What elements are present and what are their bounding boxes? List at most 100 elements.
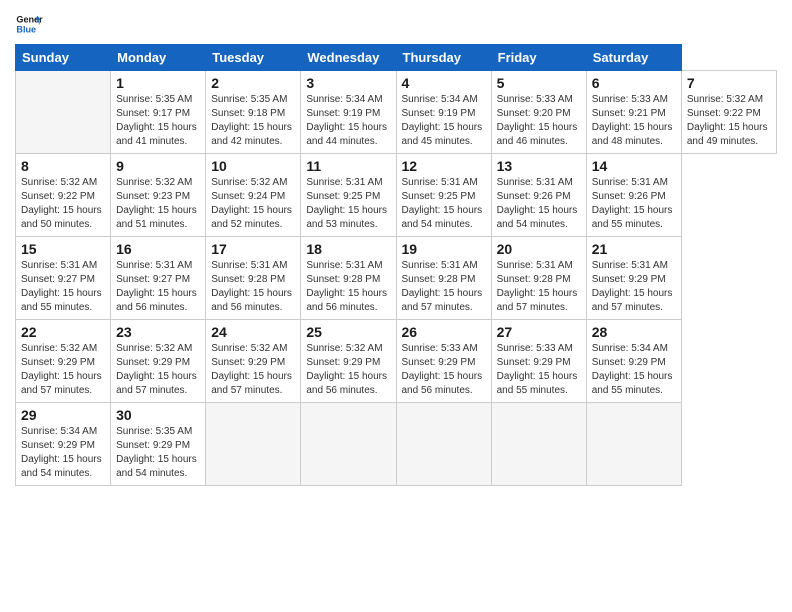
day-info: Sunrise: 5:34 AM Sunset: 9:29 PM Dayligh… — [592, 342, 676, 398]
day-number: 12 — [402, 158, 486, 174]
day-number: 4 — [402, 75, 486, 91]
day-number: 20 — [497, 241, 581, 257]
day-info: Sunrise: 5:31 AM Sunset: 9:28 PM Dayligh… — [497, 259, 581, 315]
day-info: Sunrise: 5:32 AM Sunset: 9:29 PM Dayligh… — [116, 342, 200, 398]
calendar-cell: 28 Sunrise: 5:34 AM Sunset: 9:29 PM Dayli… — [586, 320, 681, 403]
calendar-cell: 9Sunrise: 5:32 AM Sunset: 9:23 PM Daylig… — [111, 154, 206, 237]
col-header-saturday: Saturday — [586, 45, 681, 71]
calendar-cell: 15 Sunrise: 5:31 AM Sunset: 9:27 PM Dayli… — [16, 237, 111, 320]
day-number: 8 — [21, 158, 105, 174]
day-info: Sunrise: 5:31 AM Sunset: 9:27 PM Dayligh… — [116, 259, 200, 315]
calendar-cell: 25 Sunrise: 5:32 AM Sunset: 9:29 PM Dayli… — [301, 320, 396, 403]
calendar-cell: 5 Sunrise: 5:33 AM Sunset: 9:20 PM Daylig… — [491, 71, 586, 154]
calendar-cell: 16 Sunrise: 5:31 AM Sunset: 9:27 PM Dayli… — [111, 237, 206, 320]
day-info: Sunrise: 5:31 AM Sunset: 9:26 PM Dayligh… — [497, 176, 581, 232]
logo-icon: General Blue — [15, 10, 43, 38]
header: General Blue — [15, 10, 777, 38]
calendar-cell: 3 Sunrise: 5:34 AM Sunset: 9:19 PM Daylig… — [301, 71, 396, 154]
day-number: 26 — [402, 324, 486, 340]
calendar-cell: 6 Sunrise: 5:33 AM Sunset: 9:21 PM Daylig… — [586, 71, 681, 154]
day-info: Sunrise: 5:31 AM Sunset: 9:27 PM Dayligh… — [21, 259, 105, 315]
calendar-cell — [301, 403, 396, 486]
calendar-table: SundayMondayTuesdayWednesdayThursdayFrid… — [15, 44, 777, 486]
day-number: 10 — [211, 158, 295, 174]
day-number: 25 — [306, 324, 390, 340]
col-header-monday: Monday — [111, 45, 206, 71]
day-info: Sunrise: 5:31 AM Sunset: 9:25 PM Dayligh… — [402, 176, 486, 232]
day-info: Sunrise: 5:33 AM Sunset: 9:29 PM Dayligh… — [497, 342, 581, 398]
page: General Blue SundayMondayTuesdayWednesda… — [0, 0, 792, 612]
day-info: Sunrise: 5:32 AM Sunset: 9:23 PM Dayligh… — [116, 176, 200, 232]
calendar-week-3: 15 Sunrise: 5:31 AM Sunset: 9:27 PM Dayli… — [16, 237, 777, 320]
day-number: 14 — [592, 158, 676, 174]
col-header-wednesday: Wednesday — [301, 45, 396, 71]
day-number: 24 — [211, 324, 295, 340]
col-header-friday: Friday — [491, 45, 586, 71]
day-number: 28 — [592, 324, 676, 340]
calendar-cell: 12 Sunrise: 5:31 AM Sunset: 9:25 PM Dayli… — [396, 154, 491, 237]
day-number: 21 — [592, 241, 676, 257]
day-info: Sunrise: 5:32 AM Sunset: 9:22 PM Dayligh… — [21, 176, 105, 232]
day-number: 3 — [306, 75, 390, 91]
day-number: 16 — [116, 241, 200, 257]
calendar-cell: 10 Sunrise: 5:32 AM Sunset: 9:24 PM Dayli… — [206, 154, 301, 237]
calendar-cell: 17Sunrise: 5:31 AM Sunset: 9:28 PM Dayli… — [206, 237, 301, 320]
day-number: 11 — [306, 158, 390, 174]
day-number: 30 — [116, 407, 200, 423]
calendar-header-row: SundayMondayTuesdayWednesdayThursdayFrid… — [16, 45, 777, 71]
calendar-cell: 11 Sunrise: 5:31 AM Sunset: 9:25 PM Dayli… — [301, 154, 396, 237]
day-info: Sunrise: 5:32 AM Sunset: 9:24 PM Dayligh… — [211, 176, 295, 232]
logo: General Blue — [15, 10, 47, 38]
calendar-cell: 2 Sunrise: 5:35 AM Sunset: 9:18 PM Daylig… — [206, 71, 301, 154]
day-number: 13 — [497, 158, 581, 174]
calendar-cell: 21Sunrise: 5:31 AM Sunset: 9:29 PM Dayli… — [586, 237, 681, 320]
calendar-cell: 29Sunrise: 5:34 AM Sunset: 9:29 PM Dayli… — [16, 403, 111, 486]
day-number: 6 — [592, 75, 676, 91]
col-header-sunday: Sunday — [16, 45, 111, 71]
calendar-week-1: 1 Sunrise: 5:35 AM Sunset: 9:17 PM Daylig… — [16, 71, 777, 154]
calendar-cell: 26Sunrise: 5:33 AM Sunset: 9:29 PM Dayli… — [396, 320, 491, 403]
day-info: Sunrise: 5:32 AM Sunset: 9:29 PM Dayligh… — [306, 342, 390, 398]
day-info: Sunrise: 5:35 AM Sunset: 9:29 PM Dayligh… — [116, 425, 200, 481]
calendar-cell — [491, 403, 586, 486]
day-info: Sunrise: 5:31 AM Sunset: 9:28 PM Dayligh… — [211, 259, 295, 315]
day-info: Sunrise: 5:32 AM Sunset: 9:22 PM Dayligh… — [687, 93, 771, 149]
day-info: Sunrise: 5:35 AM Sunset: 9:17 PM Dayligh… — [116, 93, 200, 149]
day-number: 7 — [687, 75, 771, 91]
calendar-cell: 18Sunrise: 5:31 AM Sunset: 9:28 PM Dayli… — [301, 237, 396, 320]
day-info: Sunrise: 5:31 AM Sunset: 9:25 PM Dayligh… — [306, 176, 390, 232]
day-info: Sunrise: 5:31 AM Sunset: 9:26 PM Dayligh… — [592, 176, 676, 232]
svg-text:Blue: Blue — [16, 24, 36, 34]
col-header-tuesday: Tuesday — [206, 45, 301, 71]
calendar-cell: 7 Sunrise: 5:32 AM Sunset: 9:22 PM Daylig… — [681, 71, 776, 154]
day-number: 19 — [402, 241, 486, 257]
calendar-week-2: 8 Sunrise: 5:32 AM Sunset: 9:22 PM Daylig… — [16, 154, 777, 237]
calendar-cell — [586, 403, 681, 486]
calendar-cell: 1 Sunrise: 5:35 AM Sunset: 9:17 PM Daylig… — [111, 71, 206, 154]
calendar-cell: 4Sunrise: 5:34 AM Sunset: 9:19 PM Daylig… — [396, 71, 491, 154]
day-number: 18 — [306, 241, 390, 257]
day-number: 22 — [21, 324, 105, 340]
col-header-thursday: Thursday — [396, 45, 491, 71]
calendar-cell — [396, 403, 491, 486]
day-number: 1 — [116, 75, 200, 91]
day-number: 5 — [497, 75, 581, 91]
day-info: Sunrise: 5:34 AM Sunset: 9:19 PM Dayligh… — [306, 93, 390, 149]
calendar-cell: 19Sunrise: 5:31 AM Sunset: 9:28 PM Dayli… — [396, 237, 491, 320]
day-info: Sunrise: 5:32 AM Sunset: 9:29 PM Dayligh… — [21, 342, 105, 398]
day-number: 27 — [497, 324, 581, 340]
day-number: 2 — [211, 75, 295, 91]
calendar-cell: 20 Sunrise: 5:31 AM Sunset: 9:28 PM Dayli… — [491, 237, 586, 320]
day-info: Sunrise: 5:33 AM Sunset: 9:21 PM Dayligh… — [592, 93, 676, 149]
day-info: Sunrise: 5:34 AM Sunset: 9:29 PM Dayligh… — [21, 425, 105, 481]
calendar-cell: 27 Sunrise: 5:33 AM Sunset: 9:29 PM Dayli… — [491, 320, 586, 403]
day-info: Sunrise: 5:35 AM Sunset: 9:18 PM Dayligh… — [211, 93, 295, 149]
calendar-cell: 22 Sunrise: 5:32 AM Sunset: 9:29 PM Dayli… — [16, 320, 111, 403]
day-number: 15 — [21, 241, 105, 257]
day-info: Sunrise: 5:33 AM Sunset: 9:20 PM Dayligh… — [497, 93, 581, 149]
calendar-week-4: 22 Sunrise: 5:32 AM Sunset: 9:29 PM Dayli… — [16, 320, 777, 403]
day-info: Sunrise: 5:32 AM Sunset: 9:29 PM Dayligh… — [211, 342, 295, 398]
calendar-cell — [206, 403, 301, 486]
day-number: 23 — [116, 324, 200, 340]
calendar-cell: 8 Sunrise: 5:32 AM Sunset: 9:22 PM Daylig… — [16, 154, 111, 237]
